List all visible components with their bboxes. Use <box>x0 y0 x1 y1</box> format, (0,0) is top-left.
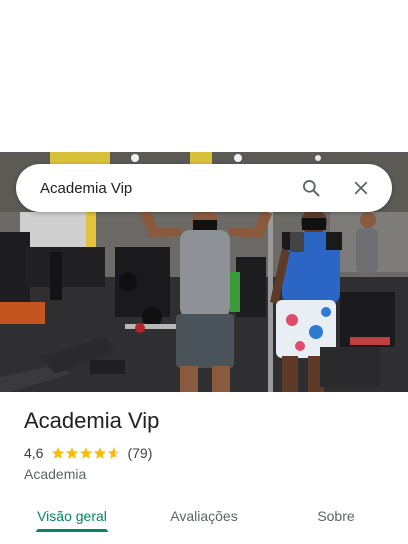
star-icon <box>94 447 107 459</box>
tab-label: Avaliações <box>170 508 238 524</box>
rating-value: 4,6 <box>24 445 44 461</box>
star-icon <box>52 447 65 459</box>
search-icon <box>303 180 320 197</box>
active-tab-indicator <box>36 529 108 532</box>
reviews-count[interactable]: (79) <box>127 445 152 461</box>
tab-reviews[interactable]: Avaliações <box>144 494 264 538</box>
place-category: Academia <box>24 466 87 482</box>
star-icon <box>80 447 93 459</box>
search-button[interactable] <box>294 171 328 205</box>
tab-about[interactable]: Sobre <box>264 494 408 538</box>
tab-label: Sobre <box>317 508 355 524</box>
close-icon <box>354 181 368 195</box>
tab-bar: Visão geral Avaliações Sobre <box>0 494 408 538</box>
rating-row[interactable]: 4,6 (79) <box>24 445 152 461</box>
search-input[interactable]: Academia Vip <box>40 180 278 197</box>
rating-stars <box>51 446 121 460</box>
tab-overview[interactable]: Visão geral <box>0 494 144 538</box>
close-button[interactable] <box>344 171 378 205</box>
search-bar[interactable]: Academia Vip <box>16 164 392 212</box>
tab-label: Visão geral <box>37 508 107 524</box>
star-icon <box>66 447 79 459</box>
star-half-icon <box>108 447 121 459</box>
place-title: Academia Vip <box>24 408 160 433</box>
